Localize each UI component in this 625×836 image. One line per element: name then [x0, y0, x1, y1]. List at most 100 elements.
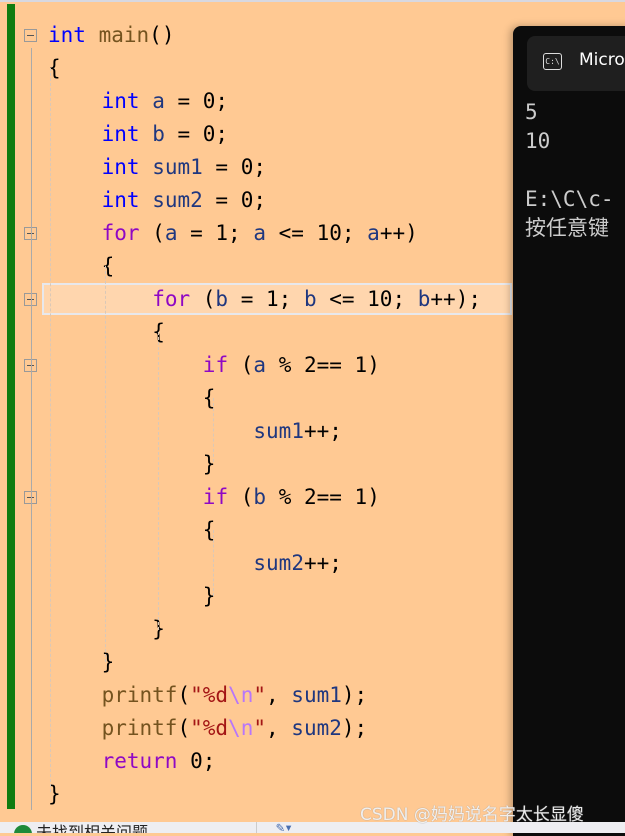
code-token: return: [101, 749, 178, 773]
code-token: int: [101, 155, 140, 179]
code-token: b: [215, 287, 229, 311]
code-token: sum1: [253, 419, 304, 443]
code-token: b: [417, 287, 431, 311]
collapse-toggle-icon[interactable]: [24, 29, 37, 42]
code-line[interactable]: printf("%d\n", sum2);: [102, 712, 368, 745]
code-token: (: [228, 485, 254, 509]
code-token: for: [101, 221, 140, 245]
code-token: int: [101, 122, 140, 146]
code-token: (: [228, 353, 254, 377]
code-token: printf: [101, 683, 178, 707]
code-token: "%d: [190, 683, 229, 707]
code-line[interactable]: return 0;: [102, 745, 216, 778]
code-token: (: [190, 287, 216, 311]
code-line[interactable]: for (a = 1; a <= 10; a++): [102, 217, 418, 250]
indent-guide: [213, 530, 214, 596]
code-token: {: [101, 254, 115, 278]
code-token: sum1: [291, 683, 342, 707]
indent-guide: [50, 68, 51, 792]
code-line[interactable]: sum1++;: [253, 415, 342, 448]
code-token: a: [253, 353, 267, 377]
code-token: int: [48, 23, 86, 47]
code-token: );: [341, 716, 368, 740]
code-token: a: [164, 221, 178, 245]
code-token: }: [101, 650, 115, 674]
status-divider: [256, 822, 257, 833]
code-token: int: [101, 188, 140, 212]
console-tab[interactable]: C:\ Micro: [527, 36, 625, 91]
code-line[interactable]: }: [102, 646, 115, 679]
check-circle-icon: [14, 825, 32, 833]
console-output-line: 5: [525, 100, 538, 124]
code-token: (: [177, 716, 191, 740]
code-token: (): [149, 23, 175, 47]
code-token: printf: [101, 716, 178, 740]
code-line[interactable]: {: [102, 250, 115, 283]
code-token: ": [253, 683, 266, 707]
code-line[interactable]: sum2++;: [253, 547, 342, 580]
code-token: ++): [379, 221, 418, 245]
watermark: CSDN @妈妈说名字太长显傻: [360, 805, 584, 825]
code-line[interactable]: int main(): [48, 19, 174, 52]
code-token: sum2: [291, 716, 342, 740]
code-token: main: [98, 23, 150, 47]
code-token: = 0;: [202, 188, 266, 212]
code-token: b: [253, 485, 267, 509]
terminal-icon: C:\: [543, 53, 562, 70]
code-line[interactable]: int a = 0;: [102, 85, 228, 118]
code-line[interactable]: int sum1 = 0;: [102, 151, 266, 184]
code-token: if: [202, 353, 229, 377]
code-token: = 1;: [177, 221, 254, 245]
code-token: if: [202, 485, 229, 509]
code-line[interactable]: for (b = 1; b <= 10; b++);: [152, 283, 481, 316]
code-line[interactable]: int b = 0;: [102, 118, 228, 151]
code-line[interactable]: int sum2 = 0;: [102, 184, 266, 217]
code-token: % 2== 1): [266, 485, 380, 509]
fold-outline: [31, 48, 32, 810]
code-token: a: [253, 221, 266, 245]
code-token: a: [152, 89, 165, 113]
code-line[interactable]: if (b % 2== 1): [203, 481, 380, 514]
code-token: ,: [266, 716, 292, 740]
console-window[interactable]: C:\ Micro 5 10 E:\C\c- 按任意键: [513, 26, 625, 836]
code-token: % 2== 1): [266, 353, 380, 377]
code-token: <= 10;: [266, 221, 368, 245]
code-token: (: [177, 683, 191, 707]
code-line[interactable]: printf("%d\n", sum1);: [102, 679, 368, 712]
code-token: ": [253, 716, 266, 740]
code-token: = 0;: [164, 122, 229, 146]
code-token: 0;: [177, 749, 216, 773]
change-indicator-bar: [7, 4, 15, 809]
code-token: = 0;: [164, 89, 229, 113]
code-token: sum1: [152, 155, 203, 179]
code-token: a: [367, 221, 380, 245]
indent-guide: [158, 332, 159, 630]
code-token: \n: [228, 716, 254, 740]
code-token: for: [152, 287, 191, 311]
code-token: ++);: [430, 287, 481, 311]
code-cleanup-brush-icon[interactable]: ✎▾: [276, 822, 293, 833]
status-message[interactable]: 未找到相关问题: [36, 822, 148, 833]
code-token: int: [101, 89, 140, 113]
code-token: (: [139, 221, 165, 245]
code-token: b: [303, 287, 317, 311]
console-output-line: E:\C\c-: [525, 187, 614, 211]
console-output-line: 10: [525, 129, 551, 153]
code-token: ,: [266, 683, 292, 707]
console-title: Micro: [579, 50, 625, 70]
console-output-line: 按任意键: [525, 216, 609, 240]
code-token: ++;: [303, 551, 342, 575]
code-token: \n: [228, 683, 254, 707]
code-line[interactable]: if (a % 2== 1): [203, 349, 380, 382]
code-token: );: [341, 683, 368, 707]
code-token: <= 10;: [316, 287, 418, 311]
code-token: sum2: [253, 551, 304, 575]
code-token: "%d: [190, 716, 229, 740]
code-token: = 0;: [202, 155, 266, 179]
indent-guide: [105, 266, 106, 662]
code-token: sum2: [152, 188, 203, 212]
